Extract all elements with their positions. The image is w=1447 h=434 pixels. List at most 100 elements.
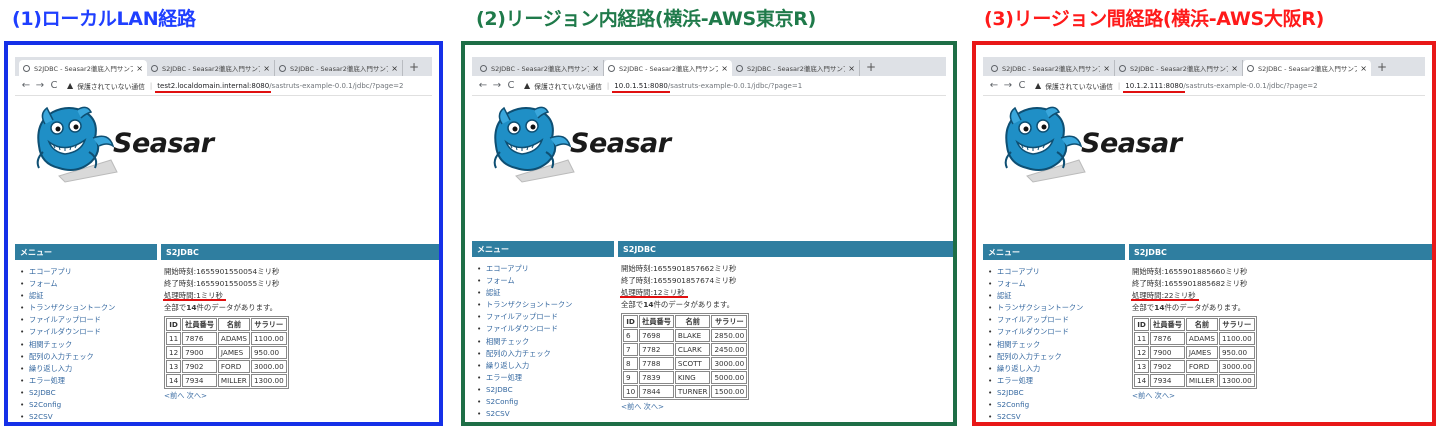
browser-tab[interactable]: S2JDBC - Seasar2徹底入門サンプ × — [476, 60, 604, 76]
pager-links[interactable]: <前へ 次へ> — [164, 391, 289, 401]
menu-item[interactable]: S2JDBC — [472, 384, 572, 396]
back-icon[interactable]: ← — [476, 80, 490, 91]
url-separator: | — [606, 81, 610, 90]
table-row: 12 7900 JAMES 950.00 — [166, 346, 287, 359]
menu-item[interactable]: S2CSV — [983, 411, 1083, 422]
menu-item[interactable]: エコーアプリ — [15, 266, 115, 278]
address-bar[interactable]: ← → C ▲ 保護されていない通信 | 10.1.2.111:8080/sastruts-… — [983, 76, 1425, 96]
reload-icon[interactable]: C — [1015, 80, 1029, 91]
menu-item[interactable]: エラー処理 — [15, 375, 115, 387]
menu-item[interactable]: 繰り返し入力 — [983, 363, 1083, 375]
browser-tab[interactable]: S2JDBC - Seasar2徹底入門サンプ × — [604, 60, 732, 76]
menu-item[interactable]: S2Config — [472, 396, 572, 408]
panel-frame: S2JDBC - Seasar2徹底入門サンプ × S2JDBC - Seasar2… — [4, 41, 443, 426]
menu-item[interactable]: S2CSV — [15, 411, 115, 422]
menu-item[interactable]: エラー処理 — [983, 375, 1083, 387]
menu-item[interactable]: 認証 — [983, 290, 1083, 302]
seasar-logo: Seasar — [472, 96, 946, 192]
menu-item[interactable]: エコーアプリ — [983, 266, 1083, 278]
close-tab-icon[interactable]: × — [136, 64, 143, 73]
menu-item[interactable]: S2JDBC — [983, 387, 1083, 399]
menu-item[interactable]: 配列の入力チェック — [983, 351, 1083, 363]
url-host: 10.0.1.51:8080 — [612, 81, 670, 93]
menu-item[interactable]: ファイルアップロード — [472, 311, 572, 323]
menu-item[interactable]: 相関チェック — [15, 339, 115, 351]
url-host: 10.1.2.111:8080 — [1123, 81, 1186, 93]
menu-item[interactable]: S2JDBC — [15, 387, 115, 399]
new-tab-button[interactable]: + — [1377, 60, 1387, 76]
pager-links[interactable]: <前へ 次へ> — [621, 402, 749, 412]
back-icon[interactable]: ← — [987, 80, 1001, 91]
panel-caption: (1)ローカルLAN経路 — [12, 8, 196, 30]
menu-item[interactable]: ファイルダウンロード — [983, 326, 1083, 338]
warning-icon[interactable]: ▲ — [67, 81, 73, 90]
new-tab-button[interactable]: + — [409, 60, 419, 76]
column-header: 社員番号 — [182, 318, 217, 331]
menu-item[interactable]: 相関チェック — [472, 336, 572, 348]
start-value: 1655901857662 — [653, 264, 715, 273]
menu-item[interactable]: 繰り返し入力 — [15, 363, 115, 375]
menu-item[interactable]: 配列の入力チェック — [472, 348, 572, 360]
start-time: 開始時刻:1655901857662ミリ秒 — [621, 263, 749, 275]
seasar-logo: Seasar — [983, 96, 1425, 192]
menu-item[interactable]: ファイルアップロード — [15, 314, 115, 326]
menu-item[interactable]: S2Config — [15, 399, 115, 411]
menu-item[interactable]: 配列の入力チェック — [15, 351, 115, 363]
menu-item[interactable]: 繰り返し入力 — [472, 360, 572, 372]
processing-time: 処理時間:22ミリ秒 — [1132, 290, 1257, 302]
menu-item[interactable]: S2Config — [983, 399, 1083, 411]
back-icon[interactable]: ← — [19, 80, 33, 91]
table-row: 8 7788 SCOTT 3000.00 — [623, 357, 748, 370]
close-tab-icon[interactable]: × — [263, 64, 270, 73]
close-tab-icon[interactable]: × — [391, 64, 398, 73]
new-tab-button[interactable]: + — [866, 60, 876, 76]
close-tab-icon[interactable]: × — [1231, 64, 1238, 73]
pager-links[interactable]: <前へ 次へ> — [1132, 391, 1257, 401]
menu-item[interactable]: S2CSV — [472, 408, 572, 420]
menu-item[interactable]: ファイルダウンロード — [15, 326, 115, 338]
close-tab-icon[interactable]: × — [592, 64, 599, 73]
warning-icon[interactable]: ▲ — [524, 81, 530, 90]
menu-item[interactable]: 相関チェック — [983, 339, 1083, 351]
reload-icon[interactable]: C — [47, 80, 61, 91]
browser-tab[interactable]: S2JDBC - Seasar2徹底入門サンプ × — [732, 60, 860, 76]
summary-count: 14 — [186, 303, 197, 312]
ms-unit: ミリ秒 — [662, 288, 685, 297]
browser-tab[interactable]: S2JDBC - Seasar2徹底入門サンプ × — [987, 60, 1115, 76]
table-cell: 6 — [623, 329, 639, 342]
forward-icon[interactable]: → — [1001, 80, 1015, 91]
table-cell: FORD — [1185, 360, 1218, 373]
browser-tab[interactable]: S2JDBC - Seasar2徹底入門サンプ × — [19, 60, 147, 76]
browser-tab[interactable]: S2JDBC - Seasar2徹底入門サンプ × — [1243, 60, 1371, 76]
reload-icon[interactable]: C — [504, 80, 518, 91]
menu-item[interactable]: ファイルアップロード — [983, 314, 1083, 326]
close-tab-icon[interactable]: × — [1360, 64, 1367, 73]
record-summary: 全部で14件のデータがあります。 — [621, 299, 749, 311]
menu-item[interactable]: フォーム — [15, 278, 115, 290]
forward-icon[interactable]: → — [33, 80, 47, 91]
close-tab-icon[interactable]: × — [1103, 64, 1110, 73]
close-tab-icon[interactable]: × — [848, 64, 855, 73]
main-section: 開始時刻:1655901550054ミリ秒 終了時刻:1655901550055ミ… — [164, 266, 289, 401]
menu-item[interactable]: 認証 — [472, 287, 572, 299]
address-bar[interactable]: ← → C ▲ 保護されていない通信 | 10.0.1.51:8080/sastruts-e… — [472, 76, 946, 96]
forward-icon[interactable]: → — [490, 80, 504, 91]
browser-tab[interactable]: S2JDBC - Seasar2徹底入門サンプ × — [275, 60, 403, 76]
menu-item[interactable]: トランザクショントークン — [983, 302, 1083, 314]
menu-item[interactable]: ファイルダウンロード — [472, 323, 572, 335]
menu-item[interactable]: エコーアプリ — [472, 263, 572, 275]
menu-item[interactable]: エラー処理 — [472, 372, 572, 384]
menu-item[interactable]: フォーム — [983, 278, 1083, 290]
browser-tab[interactable]: S2JDBC - Seasar2徹底入門サンプ × — [1115, 60, 1243, 76]
browser-tab[interactable]: S2JDBC - Seasar2徹底入門サンプ × — [147, 60, 275, 76]
url-path: /sastruts-example-0.0.1/jdbc/?page=2 — [1183, 81, 1318, 90]
menu-item[interactable]: トランザクショントークン — [15, 302, 115, 314]
warning-icon[interactable]: ▲ — [1035, 81, 1041, 90]
address-bar[interactable]: ← → C ▲ 保護されていない通信 | test2.localdomain.interna… — [15, 76, 432, 96]
table-row: 12 7900 JAMES 950.00 — [1134, 346, 1255, 359]
proc-label: 処理時間: — [164, 291, 197, 300]
menu-item[interactable]: フォーム — [472, 275, 572, 287]
menu-item[interactable]: トランザクショントークン — [472, 299, 572, 311]
close-tab-icon[interactable]: × — [721, 64, 728, 73]
menu-item[interactable]: 認証 — [15, 290, 115, 302]
